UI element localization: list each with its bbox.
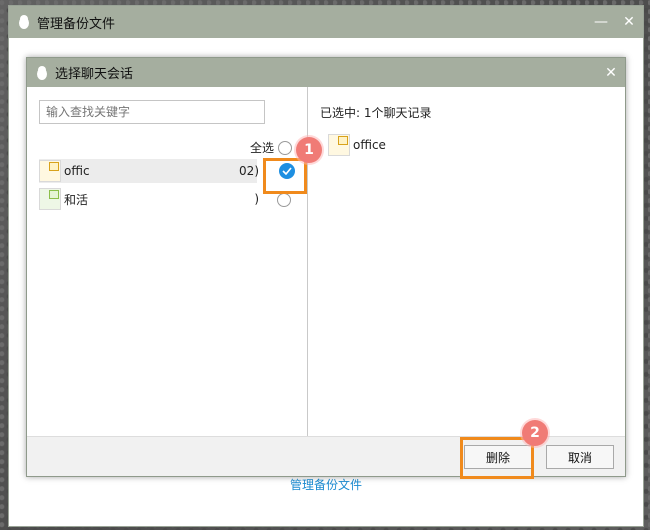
contact-name: offic bbox=[64, 164, 90, 178]
contact-radio[interactable] bbox=[277, 193, 291, 207]
close-icon: ✕ bbox=[623, 14, 635, 30]
contact-avatar bbox=[39, 188, 61, 210]
dialog-titlebar: 选择聊天会话 ✕ bbox=[27, 58, 625, 87]
close-icon: ✕ bbox=[605, 64, 617, 81]
delete-highlight-box bbox=[460, 437, 534, 479]
dialog-close-button[interactable]: ✕ bbox=[597, 57, 625, 89]
outer-titlebar: 管理备份文件 — ✕ bbox=[9, 6, 643, 38]
selected-summary: 已选中: 1个聊天记录 bbox=[320, 106, 432, 120]
selected-pane: 已选中: 1个聊天记录 office bbox=[308, 87, 625, 437]
cancel-button[interactable]: 取消 bbox=[546, 445, 614, 469]
contact-list-pane: 全选 offic 02) 和活 ) bbox=[27, 87, 307, 437]
selected-item-name: office bbox=[353, 138, 386, 152]
qq-penguin-icon bbox=[35, 65, 49, 81]
search-input[interactable] bbox=[39, 100, 265, 124]
select-all-radio[interactable] bbox=[278, 140, 293, 155]
outer-window-title: 管理备份文件 bbox=[37, 16, 116, 32]
contact-name-tail: ) bbox=[254, 192, 259, 206]
contact-name: 和活 bbox=[64, 192, 89, 207]
selected-item: office bbox=[328, 134, 386, 156]
minimize-icon: — bbox=[594, 14, 608, 30]
contact-avatar bbox=[39, 160, 61, 182]
qq-penguin-icon bbox=[17, 14, 31, 30]
watermark: Bai 经验 bbox=[541, 484, 632, 509]
checkbox-highlight-box bbox=[263, 158, 307, 194]
minimize-button[interactable]: — bbox=[587, 6, 615, 38]
outer-close-button[interactable]: ✕ bbox=[615, 6, 643, 38]
select-all-label: 全选 bbox=[250, 141, 275, 155]
step-1-badge: 1 bbox=[296, 137, 322, 163]
dialog-title: 选择聊天会话 bbox=[55, 67, 134, 82]
select-chat-dialog: 选择聊天会话 ✕ 全选 offic 02) 和活 bbox=[26, 57, 626, 477]
step-2-badge: 2 bbox=[522, 420, 548, 446]
watermark-url: jingyan.baidu.com bbox=[527, 515, 620, 526]
select-all-toggle[interactable]: 全选 bbox=[250, 139, 293, 156]
contact-row[interactable]: 和活 ) bbox=[39, 187, 299, 211]
contact-name-tail: 02) bbox=[239, 164, 259, 178]
selected-avatar bbox=[328, 134, 350, 156]
contact-row[interactable]: offic 02) bbox=[39, 159, 299, 183]
